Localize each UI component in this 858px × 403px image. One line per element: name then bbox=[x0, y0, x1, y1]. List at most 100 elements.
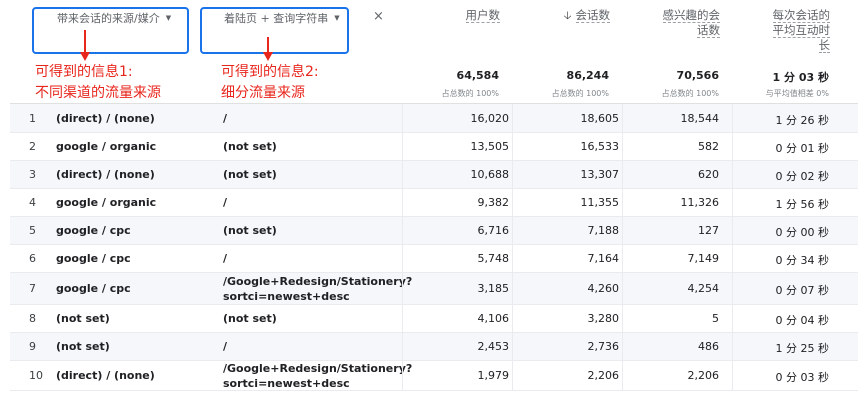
engaged-sessions-cell: 582 bbox=[698, 140, 719, 153]
row-index: 4 bbox=[29, 196, 36, 209]
users-cell: 6,716 bbox=[477, 224, 510, 237]
users-cell: 5,748 bbox=[477, 252, 510, 265]
source-medium-cell: (direct) / (none) bbox=[56, 369, 155, 382]
source-medium-cell: google / organic bbox=[56, 140, 157, 153]
landing-page-line2: sortci=newest+desc bbox=[223, 290, 350, 303]
engagement-time-cell: 1 分 26 秒 bbox=[775, 113, 830, 127]
source-medium-cell: google / organic bbox=[56, 196, 157, 209]
landing-page-cell: / bbox=[223, 195, 227, 210]
annotation-info2: 可得到的信息2: 细分流量来源 bbox=[221, 62, 319, 104]
engagement-time-cell: 1 分 25 秒 bbox=[775, 342, 830, 355]
engaged-sessions-cell: 7,149 bbox=[687, 252, 720, 265]
landing-page-cell: (not set) bbox=[223, 311, 277, 326]
landing-page-cell: /Google+Redesign/Stationery? sortci=newes… bbox=[223, 274, 412, 304]
annotation-box-secondary bbox=[200, 7, 349, 54]
table-row[interactable]: 5 google / cpc (not set) 6,716 7,188 127 0 分 0… bbox=[10, 217, 858, 245]
table-row[interactable]: 8 (not set) (not set) 4,106 3,280 5 0 分 04 秒 bbox=[10, 305, 858, 333]
landing-page-line1: / bbox=[223, 252, 228, 265]
source-medium-cell: (not set) bbox=[56, 340, 110, 353]
total-sessions: 86,244 bbox=[566, 69, 609, 82]
engagement-time-cell: 0 分 03 秒 bbox=[775, 371, 830, 384]
source-medium-cell: google / cpc bbox=[56, 282, 131, 295]
table-row[interactable]: 10 (direct) / (none) /Google+Redesign/Stat… bbox=[10, 361, 858, 391]
landing-page-line1: /Google+Redesign/Stationery? bbox=[223, 362, 413, 375]
row-index: 1 bbox=[29, 111, 36, 125]
table-row[interactable]: 1 (direct) / (none) / 16,020 18,605 18,544 1 分… bbox=[10, 104, 858, 133]
landing-page-line1: (not set) bbox=[223, 312, 277, 325]
landing-page-cell: / bbox=[223, 251, 227, 266]
users-cell: 10,688 bbox=[470, 168, 510, 181]
landing-page-line1: (not set) bbox=[223, 224, 277, 237]
table-row[interactable]: 4 google / organic / 9,382 11,355 11,326 1 分 5… bbox=[10, 189, 858, 217]
users-cell: 13,505 bbox=[470, 140, 510, 153]
landing-page-cell: (not set) bbox=[223, 167, 277, 182]
source-medium-cell: (not set) bbox=[56, 312, 110, 325]
annotation-arrow-head bbox=[263, 52, 273, 61]
source-medium-cell: google / cpc bbox=[56, 224, 131, 237]
sessions-cell: 2,206 bbox=[587, 369, 620, 382]
engaged-sessions-cell: 4,254 bbox=[687, 282, 720, 295]
engaged-sessions-cell: 127 bbox=[698, 224, 719, 237]
column-header-engaged-sessions[interactable]: 感兴趣的会 话数 bbox=[640, 8, 720, 38]
row-index: 7 bbox=[29, 282, 36, 295]
landing-page-cell: / bbox=[223, 339, 227, 354]
landing-page-line1: / bbox=[223, 111, 228, 125]
landing-page-line1: (not set) bbox=[223, 140, 277, 153]
sessions-cell: 3,280 bbox=[587, 312, 620, 325]
users-cell: 9,382 bbox=[477, 196, 510, 209]
engaged-sessions-cell: 5 bbox=[712, 312, 719, 325]
column-header-time-line2: 平均互动时 bbox=[772, 23, 830, 38]
total-engaged-sub: 占总数的 100% bbox=[661, 89, 719, 98]
users-cell: 16,020 bbox=[470, 111, 510, 125]
sort-descending-icon: 🡣 bbox=[563, 9, 572, 22]
table-row[interactable]: 6 google / cpc / 5,748 7,164 7,149 0 分 34 秒 bbox=[10, 245, 858, 273]
column-header-sessions-label: 会话数 bbox=[575, 8, 610, 23]
column-header-time-line3: 长 bbox=[818, 38, 830, 53]
row-index: 3 bbox=[29, 168, 36, 181]
sessions-cell: 11,355 bbox=[580, 196, 620, 209]
annotation-info1-line2: 不同渠道的流量来源 bbox=[35, 85, 161, 101]
column-header-engagement-time[interactable]: 每次会话的 平均互动时 长 bbox=[750, 8, 830, 53]
row-index: 5 bbox=[29, 224, 36, 237]
users-cell: 3,185 bbox=[477, 282, 510, 295]
engaged-sessions-cell: 2,206 bbox=[687, 369, 720, 382]
engagement-time-cell: 1 分 56 秒 bbox=[775, 198, 830, 211]
landing-page-line1: / bbox=[223, 196, 228, 209]
table-row[interactable]: 3 (direct) / (none) (not set) 10,688 13,307 6… bbox=[10, 161, 858, 189]
engagement-time-cell: 0 分 01 秒 bbox=[775, 142, 830, 155]
annotation-arrow-line bbox=[84, 30, 86, 54]
engaged-sessions-cell: 18,544 bbox=[680, 111, 720, 125]
total-users-sub: 占总数的 100% bbox=[441, 89, 499, 98]
engagement-time-cell: 0 分 07 秒 bbox=[775, 284, 830, 297]
landing-page-cell: (not set) bbox=[223, 223, 277, 238]
landing-page-line1: (not set) bbox=[223, 168, 277, 181]
annotation-info2-line2: 细分流量来源 bbox=[221, 85, 305, 101]
source-medium-cell: google / cpc bbox=[56, 252, 131, 265]
row-index: 2 bbox=[29, 140, 36, 153]
sessions-cell: 16,533 bbox=[580, 140, 620, 153]
source-medium-cell: (direct) / (none) bbox=[56, 168, 155, 181]
annotation-arrow-head bbox=[80, 52, 90, 61]
table-row[interactable]: 9 (not set) / 2,453 2,736 486 1 分 25 秒 bbox=[10, 333, 858, 361]
column-header-engaged-line2: 话数 bbox=[697, 23, 720, 38]
sessions-cell: 2,736 bbox=[587, 340, 620, 353]
total-engaged: 70,566 bbox=[676, 69, 719, 82]
sessions-cell: 7,188 bbox=[587, 224, 620, 237]
sessions-cell: 4,260 bbox=[587, 282, 620, 295]
annotation-box-primary bbox=[32, 7, 189, 54]
engaged-sessions-cell: 11,326 bbox=[680, 196, 720, 209]
column-header-users[interactable]: 用户数 bbox=[440, 8, 500, 23]
table-row[interactable]: 2 google / organic (not set) 13,505 16,533 58… bbox=[10, 133, 858, 161]
engaged-sessions-cell: 486 bbox=[698, 340, 719, 353]
remove-secondary-dimension-icon[interactable]: × bbox=[373, 9, 384, 24]
column-header-engaged-line1: 感兴趣的会 bbox=[662, 8, 720, 23]
annotation-info1-line1: 可得到的信息1: bbox=[35, 64, 133, 80]
users-cell: 4,106 bbox=[477, 312, 510, 325]
total-users: 64,584 bbox=[456, 69, 499, 82]
users-cell: 2,453 bbox=[477, 340, 510, 353]
total-engagement-time-sub: 与平均值相差 0% bbox=[765, 89, 829, 98]
table-row[interactable]: 7 google / cpc/Google+Redesign/Stationery… bbox=[10, 273, 858, 305]
row-index: 8 bbox=[29, 312, 36, 325]
column-header-sessions[interactable]: 🡣 会话数 bbox=[540, 8, 610, 23]
row-index: 10 bbox=[29, 369, 43, 382]
